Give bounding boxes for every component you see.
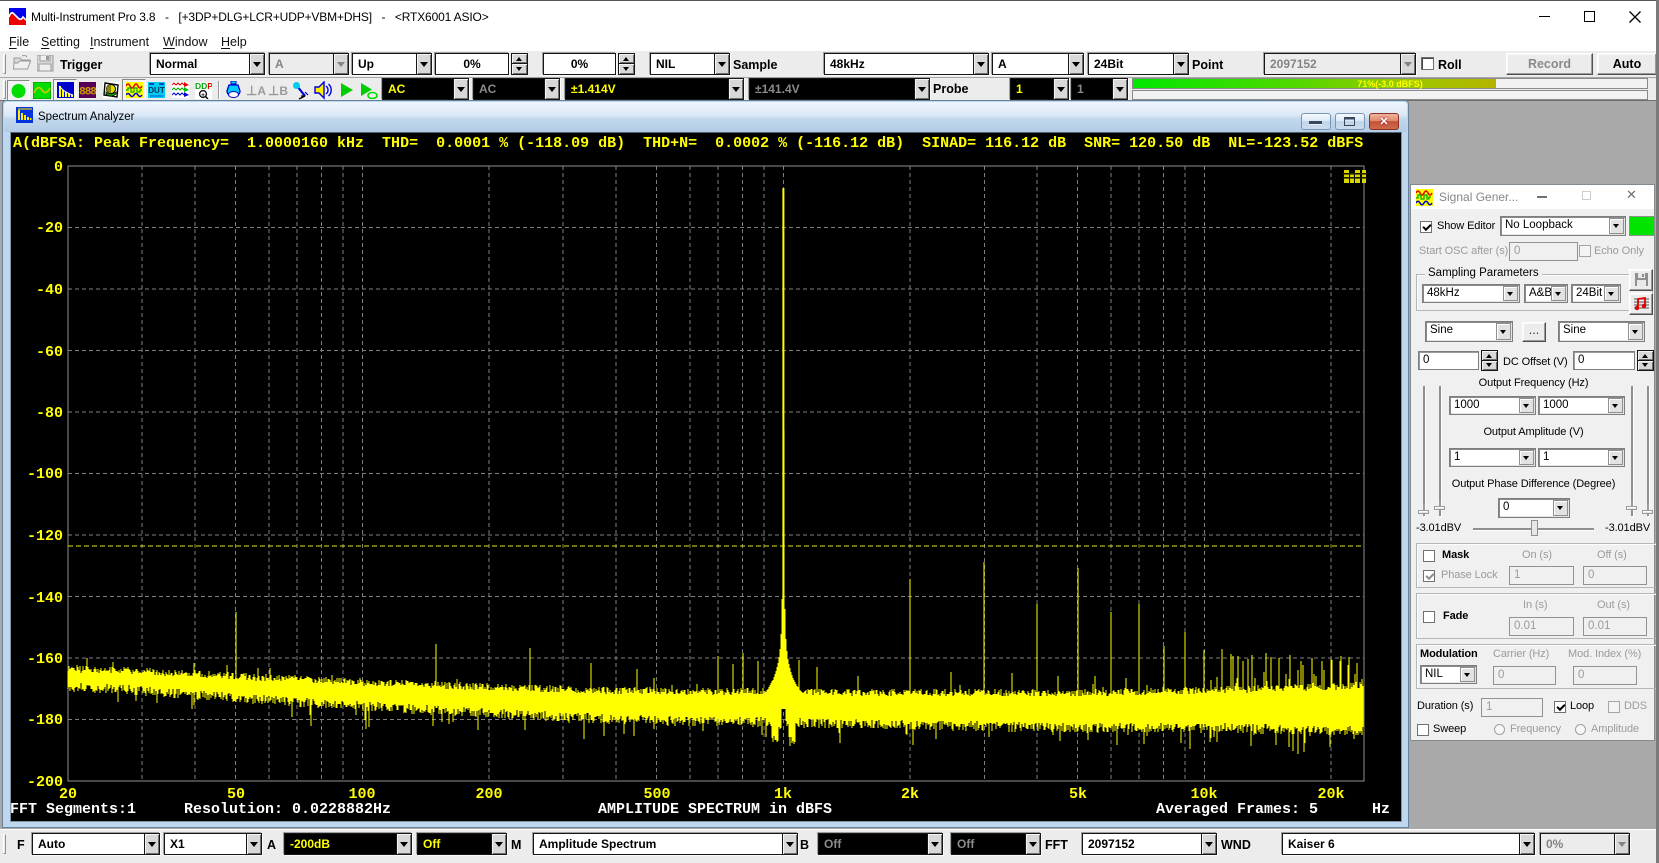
svg-text:5k: 5k <box>1069 786 1087 803</box>
svg-text:2k: 2k <box>901 786 919 803</box>
svg-text:DDP: DDP <box>195 82 212 91</box>
svg-text:888: 888 <box>79 87 96 99</box>
svg-text:AMPLITUDE SPECTRUM in dBFS: AMPLITUDE SPECTRUM in dBFS <box>598 801 832 818</box>
svg-text:-200: -200 <box>27 774 63 791</box>
svg-text:+: + <box>201 92 205 99</box>
svg-text:Resolution: 0.0228882Hz: Resolution: 0.0228882Hz <box>184 801 391 818</box>
svg-text:DUT: DUT <box>148 86 165 95</box>
svg-text:-160: -160 <box>27 651 63 668</box>
svg-text:-40: -40 <box>36 282 63 299</box>
svg-text:Averaged Frames: 5: Averaged Frames: 5 <box>1156 801 1318 818</box>
svg-text:-60: -60 <box>36 344 63 361</box>
svg-text:-120: -120 <box>27 528 63 545</box>
svg-text:0: 0 <box>54 159 63 176</box>
svg-text:-140: -140 <box>27 590 63 607</box>
svg-text:-180: -180 <box>27 712 63 729</box>
svg-text:20k: 20k <box>1317 786 1344 803</box>
svg-text:200: 200 <box>475 786 502 803</box>
svg-text:-100: -100 <box>27 466 63 483</box>
svg-text:-80: -80 <box>36 405 63 422</box>
svg-text:Hz: Hz <box>1372 801 1390 818</box>
svg-text:-20: -20 <box>36 220 63 237</box>
svg-text:FFT Segments:1: FFT Segments:1 <box>10 801 136 818</box>
